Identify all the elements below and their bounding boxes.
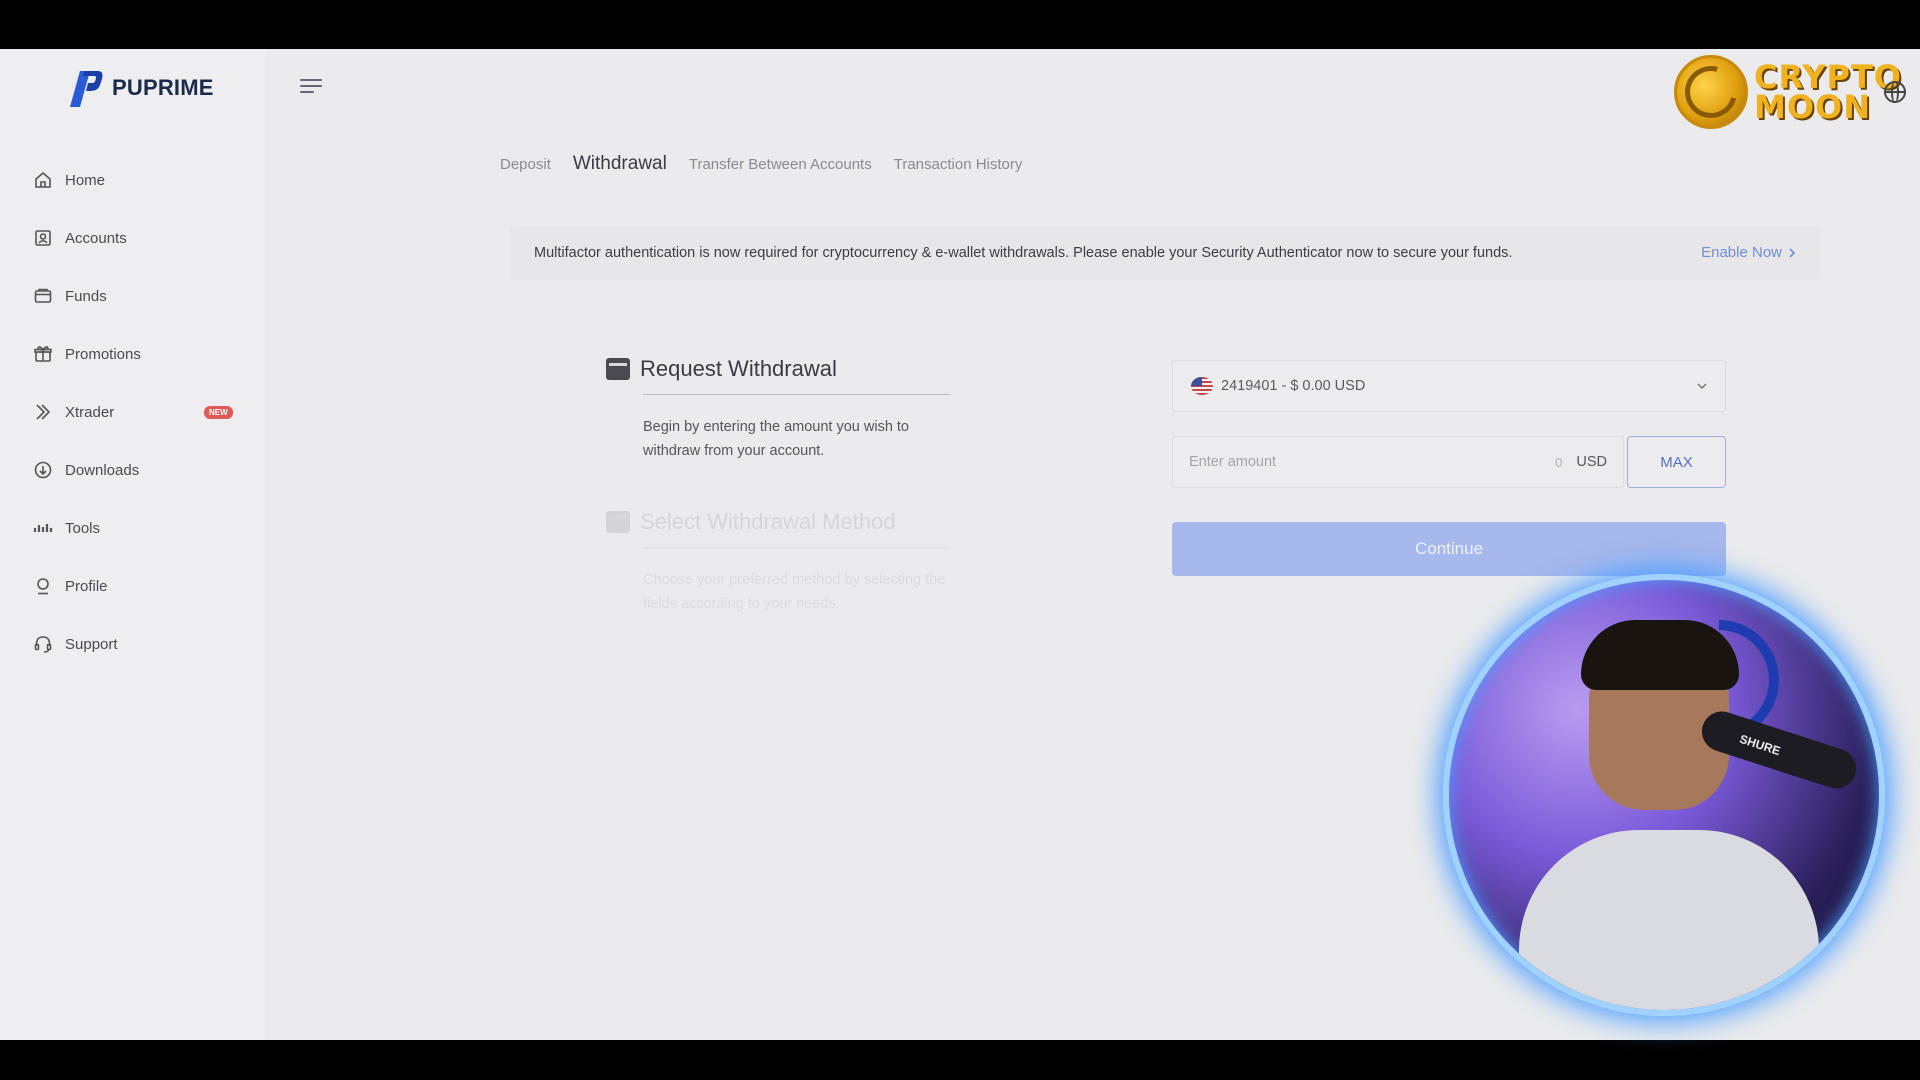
card-icon	[606, 511, 630, 533]
step-divider	[643, 394, 950, 395]
notice-text: Multifactor authentication is now requir…	[534, 245, 1513, 261]
tab-withdrawal[interactable]: Withdrawal	[573, 153, 667, 175]
coin-logo-icon	[1673, 55, 1748, 129]
step-request-withdrawal: Request Withdrawal Begin by entering the…	[606, 356, 963, 463]
sidebar-item-tools[interactable]: Tools	[0, 499, 265, 557]
sidebar-item-xtrader[interactable]: Xtrader NEW	[0, 383, 265, 441]
sidebar-item-label: Xtrader	[65, 403, 115, 421]
step-title: Select Withdrawal Method	[640, 509, 896, 534]
channel-name-line2: MOON	[1753, 88, 1871, 126]
step-title: Request Withdrawal	[640, 356, 837, 381]
chevron-down-icon	[1697, 383, 1707, 390]
channel-logo-overlay: CRYPTO MOON	[1673, 55, 1902, 129]
step-select-withdrawal-method: Select Withdrawal Method Choose your pre…	[606, 509, 963, 616]
tab-transfer-between-accounts[interactable]: Transfer Between Accounts	[689, 156, 872, 173]
account-select-value: 2419401 - $ 0.00 USD	[1221, 378, 1366, 394]
tab-transaction-history[interactable]: Transaction History	[894, 156, 1023, 173]
puprime-logo-icon	[70, 71, 103, 107]
sidebar-item-label: Funds	[65, 287, 107, 305]
enable-now-label: Enable Now	[1701, 244, 1782, 261]
amount-input[interactable]	[1189, 454, 1556, 470]
webcam-person	[1519, 830, 1819, 1010]
wallet-icon	[606, 358, 630, 380]
webcam-overlay: SHURE	[1443, 574, 1885, 1016]
menu-toggle-icon[interactable]	[300, 75, 322, 95]
headset-icon	[33, 634, 53, 654]
mfa-notice-banner: Multifactor authentication is now requir…	[510, 226, 1820, 280]
tab-deposit[interactable]: Deposit	[500, 156, 551, 173]
webcam-hair	[1581, 620, 1739, 690]
currency-label: USD	[1576, 454, 1607, 470]
profile-icon	[33, 576, 53, 596]
sidebar-item-label: Profile	[65, 577, 108, 595]
sidebar-item-accounts[interactable]: Accounts	[0, 209, 265, 267]
max-button[interactable]: MAX	[1627, 436, 1726, 488]
sidebar-nav: Home Accounts Funds Promotions Xtrader N…	[0, 151, 265, 673]
language-globe-icon[interactable]	[1884, 81, 1906, 103]
sidebar-item-label: Downloads	[65, 461, 140, 479]
sidebar-item-label: Tools	[65, 519, 101, 537]
step-description: Begin by entering the amount you wish to…	[643, 419, 909, 459]
gift-icon	[33, 344, 53, 364]
sidebar-item-promotions[interactable]: Promotions	[0, 325, 265, 383]
chevron-right-icon	[1789, 247, 1796, 258]
amount-hint: 0	[1555, 454, 1563, 470]
sidebar-item-support[interactable]: Support	[0, 615, 265, 673]
step-description: Choose your preferred method by selectin…	[643, 572, 946, 612]
home-icon	[33, 170, 53, 190]
enable-now-link[interactable]: Enable Now	[1701, 244, 1796, 261]
new-badge: NEW	[204, 406, 233, 419]
logo[interactable]: PUPRIME	[60, 65, 214, 111]
sidebar-item-profile[interactable]: Profile	[0, 557, 265, 615]
sidebar-item-downloads[interactable]: Downloads	[0, 441, 265, 499]
continue-button[interactable]: Continue	[1172, 522, 1726, 576]
sidebar-item-home[interactable]: Home	[0, 151, 265, 209]
sidebar-item-label: Promotions	[65, 345, 141, 363]
xtrader-icon	[33, 402, 53, 422]
funds-tabs: Deposit Withdrawal Transfer Between Acco…	[500, 153, 1022, 175]
video-letterbox-top	[0, 0, 1920, 49]
us-flag-icon	[1191, 377, 1213, 395]
video-letterbox-bottom	[0, 1040, 1920, 1080]
download-icon	[33, 460, 53, 480]
sidebar-item-label: Accounts	[65, 229, 127, 247]
tools-icon	[33, 518, 53, 538]
sidebar: PUPRIME Home Accounts Funds Promotions X…	[0, 49, 265, 1040]
step-divider	[643, 547, 950, 548]
brand-name: PUPRIME	[112, 75, 214, 100]
sidebar-item-funds[interactable]: Funds	[0, 267, 265, 325]
account-select[interactable]: 2419401 - $ 0.00 USD	[1172, 360, 1726, 412]
sidebar-item-label: Home	[65, 171, 106, 189]
sidebar-item-label: Support	[65, 635, 118, 653]
accounts-icon	[33, 228, 53, 248]
amount-field: 0 USD	[1172, 436, 1624, 488]
funds-icon	[33, 286, 53, 306]
